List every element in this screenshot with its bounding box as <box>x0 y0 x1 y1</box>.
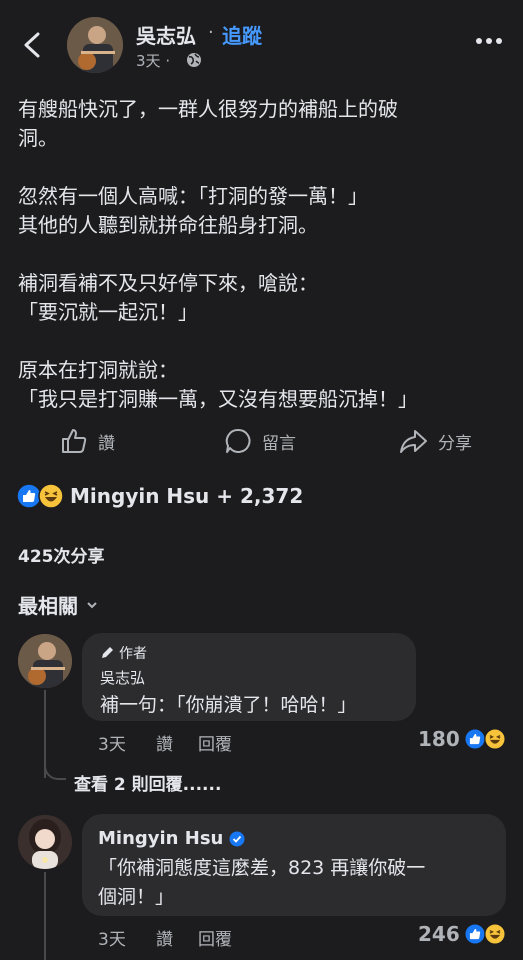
view-more-replies[interactable]: 查看 2 則回覆...... <box>74 770 221 795</box>
comment-author[interactable]: Mingyin Hsu <box>98 828 245 849</box>
comment-time[interactable]: 3天 <box>98 925 126 950</box>
comment-like-button[interactable]: 讚 <box>156 730 173 755</box>
comment-icon <box>225 428 251 453</box>
follow-button[interactable]: 追蹤 <box>222 20 262 49</box>
post-body: 有艘船快沉了，一群人很努力的補船上的破 洞。 忽然有一個人高喊：「打洞的發一萬！… <box>18 95 508 443</box>
author-badge: 作者 <box>100 643 147 663</box>
comment-time[interactable]: 3天 <box>98 730 126 755</box>
thread-connector <box>44 750 66 780</box>
haha-reaction-icon <box>483 923 506 945</box>
sort-label: 最相關 <box>18 594 78 618</box>
comment-avatar[interactable] <box>18 634 72 688</box>
verified-icon <box>229 831 245 846</box>
back-arrow-icon[interactable] <box>22 32 44 58</box>
pencil-icon <box>102 647 113 658</box>
comment-reaction-count[interactable]: 180 <box>418 727 506 751</box>
comment-sort-dropdown[interactable]: 最相關 <box>18 590 98 619</box>
comment-reply-button[interactable]: 回覆 <box>198 730 232 755</box>
post-paragraph: 補洞看補不及只好停下來，嗆說： 「要沉就一起沉！」 <box>18 271 318 324</box>
post-paragraph: 有艘船快沉了，一群人很努力的補船上的破 洞。 <box>18 97 398 150</box>
thread-line <box>44 872 46 960</box>
comment-author[interactable]: 吳志弘 <box>100 667 145 688</box>
like-button[interactable]: 讚 <box>60 425 115 457</box>
comment-button[interactable]: 留言 <box>224 425 296 457</box>
author-avatar[interactable] <box>67 17 123 73</box>
reaction-count: Mingyin Hsu + 2,372 <box>70 484 304 508</box>
comment-reaction-count[interactable]: 246 <box>418 922 506 946</box>
post-paragraph: 原本在打洞就說： 「我只是打洞賺一萬，又沒有想要船沉掉！」 <box>18 358 418 411</box>
more-icon[interactable] <box>474 36 504 46</box>
share-label: 分享 <box>438 433 472 454</box>
post-time[interactable]: 3天 · <box>136 50 170 71</box>
comment-avatar[interactable] <box>18 815 72 869</box>
like-reaction-icon <box>463 728 486 750</box>
comment-reply-button[interactable]: 回覆 <box>198 925 232 950</box>
like-label: 讚 <box>98 433 115 454</box>
chevron-down-icon <box>87 601 97 608</box>
reactions-summary[interactable]: Mingyin Hsu + 2,372 <box>16 483 303 509</box>
haha-reaction-icon <box>483 728 506 750</box>
haha-reaction-icon <box>38 483 64 509</box>
like-icon <box>62 429 87 453</box>
share-count[interactable]: 425次分享 <box>18 542 105 567</box>
header-separator: · <box>208 22 214 43</box>
post-paragraph: 忽然有一個人高喊：「打洞的發一萬！」 其他的人聽到就拼命往船身打洞。 <box>18 184 368 237</box>
comment-like-button[interactable]: 讚 <box>156 925 173 950</box>
comment-label: 留言 <box>262 433 296 454</box>
comment-text: 補一句：「你崩潰了！哈哈！」 <box>100 694 357 716</box>
author-name[interactable]: 吳志弘 <box>136 20 196 49</box>
share-icon <box>400 430 427 453</box>
like-reaction-icon <box>463 923 486 945</box>
globe-icon <box>187 53 201 67</box>
comment-text: 「你補洞態度這麼差，823 再讓你破一 個洞！」 <box>98 857 426 908</box>
share-button[interactable]: 分享 <box>398 425 472 457</box>
